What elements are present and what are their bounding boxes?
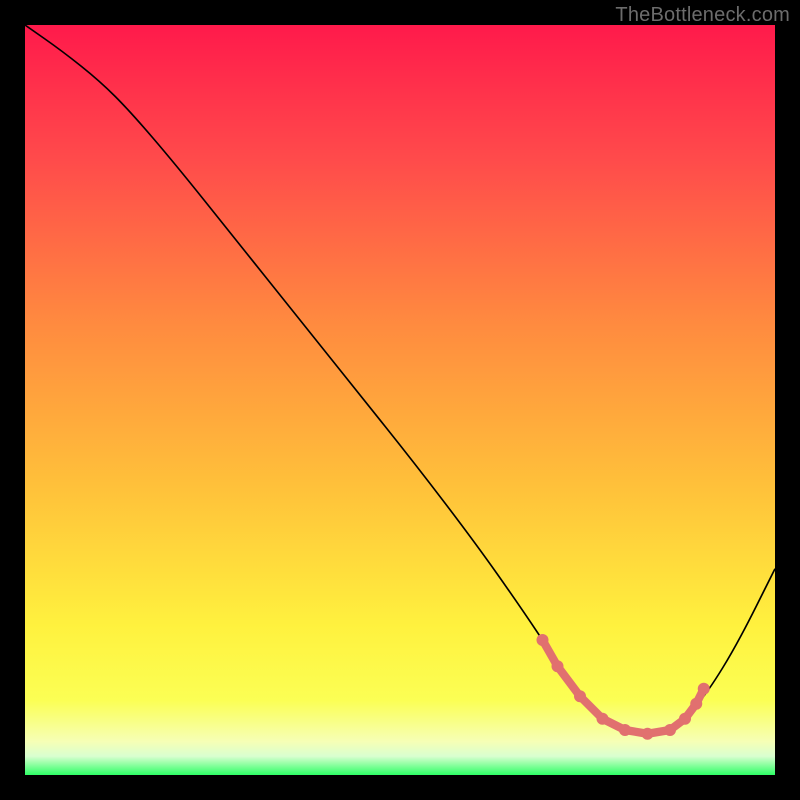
credit-watermark: TheBottleneck.com [615,4,790,27]
chart-overlay [25,25,775,775]
highlight-dot [552,660,564,672]
plot-area [25,25,775,775]
chart-stage: TheBottleneck.com [0,0,800,800]
highlight-dot [537,634,549,646]
highlight-dot [698,683,710,695]
highlight-dot [690,698,702,710]
highlight-markers [537,634,710,740]
bottleneck-curve [25,25,775,733]
highlight-dot [679,713,691,725]
highlight-dot [642,728,654,740]
highlight-dot [574,690,586,702]
highlight-dot [619,724,631,736]
highlight-dot [597,713,609,725]
highlight-dot [664,724,676,736]
